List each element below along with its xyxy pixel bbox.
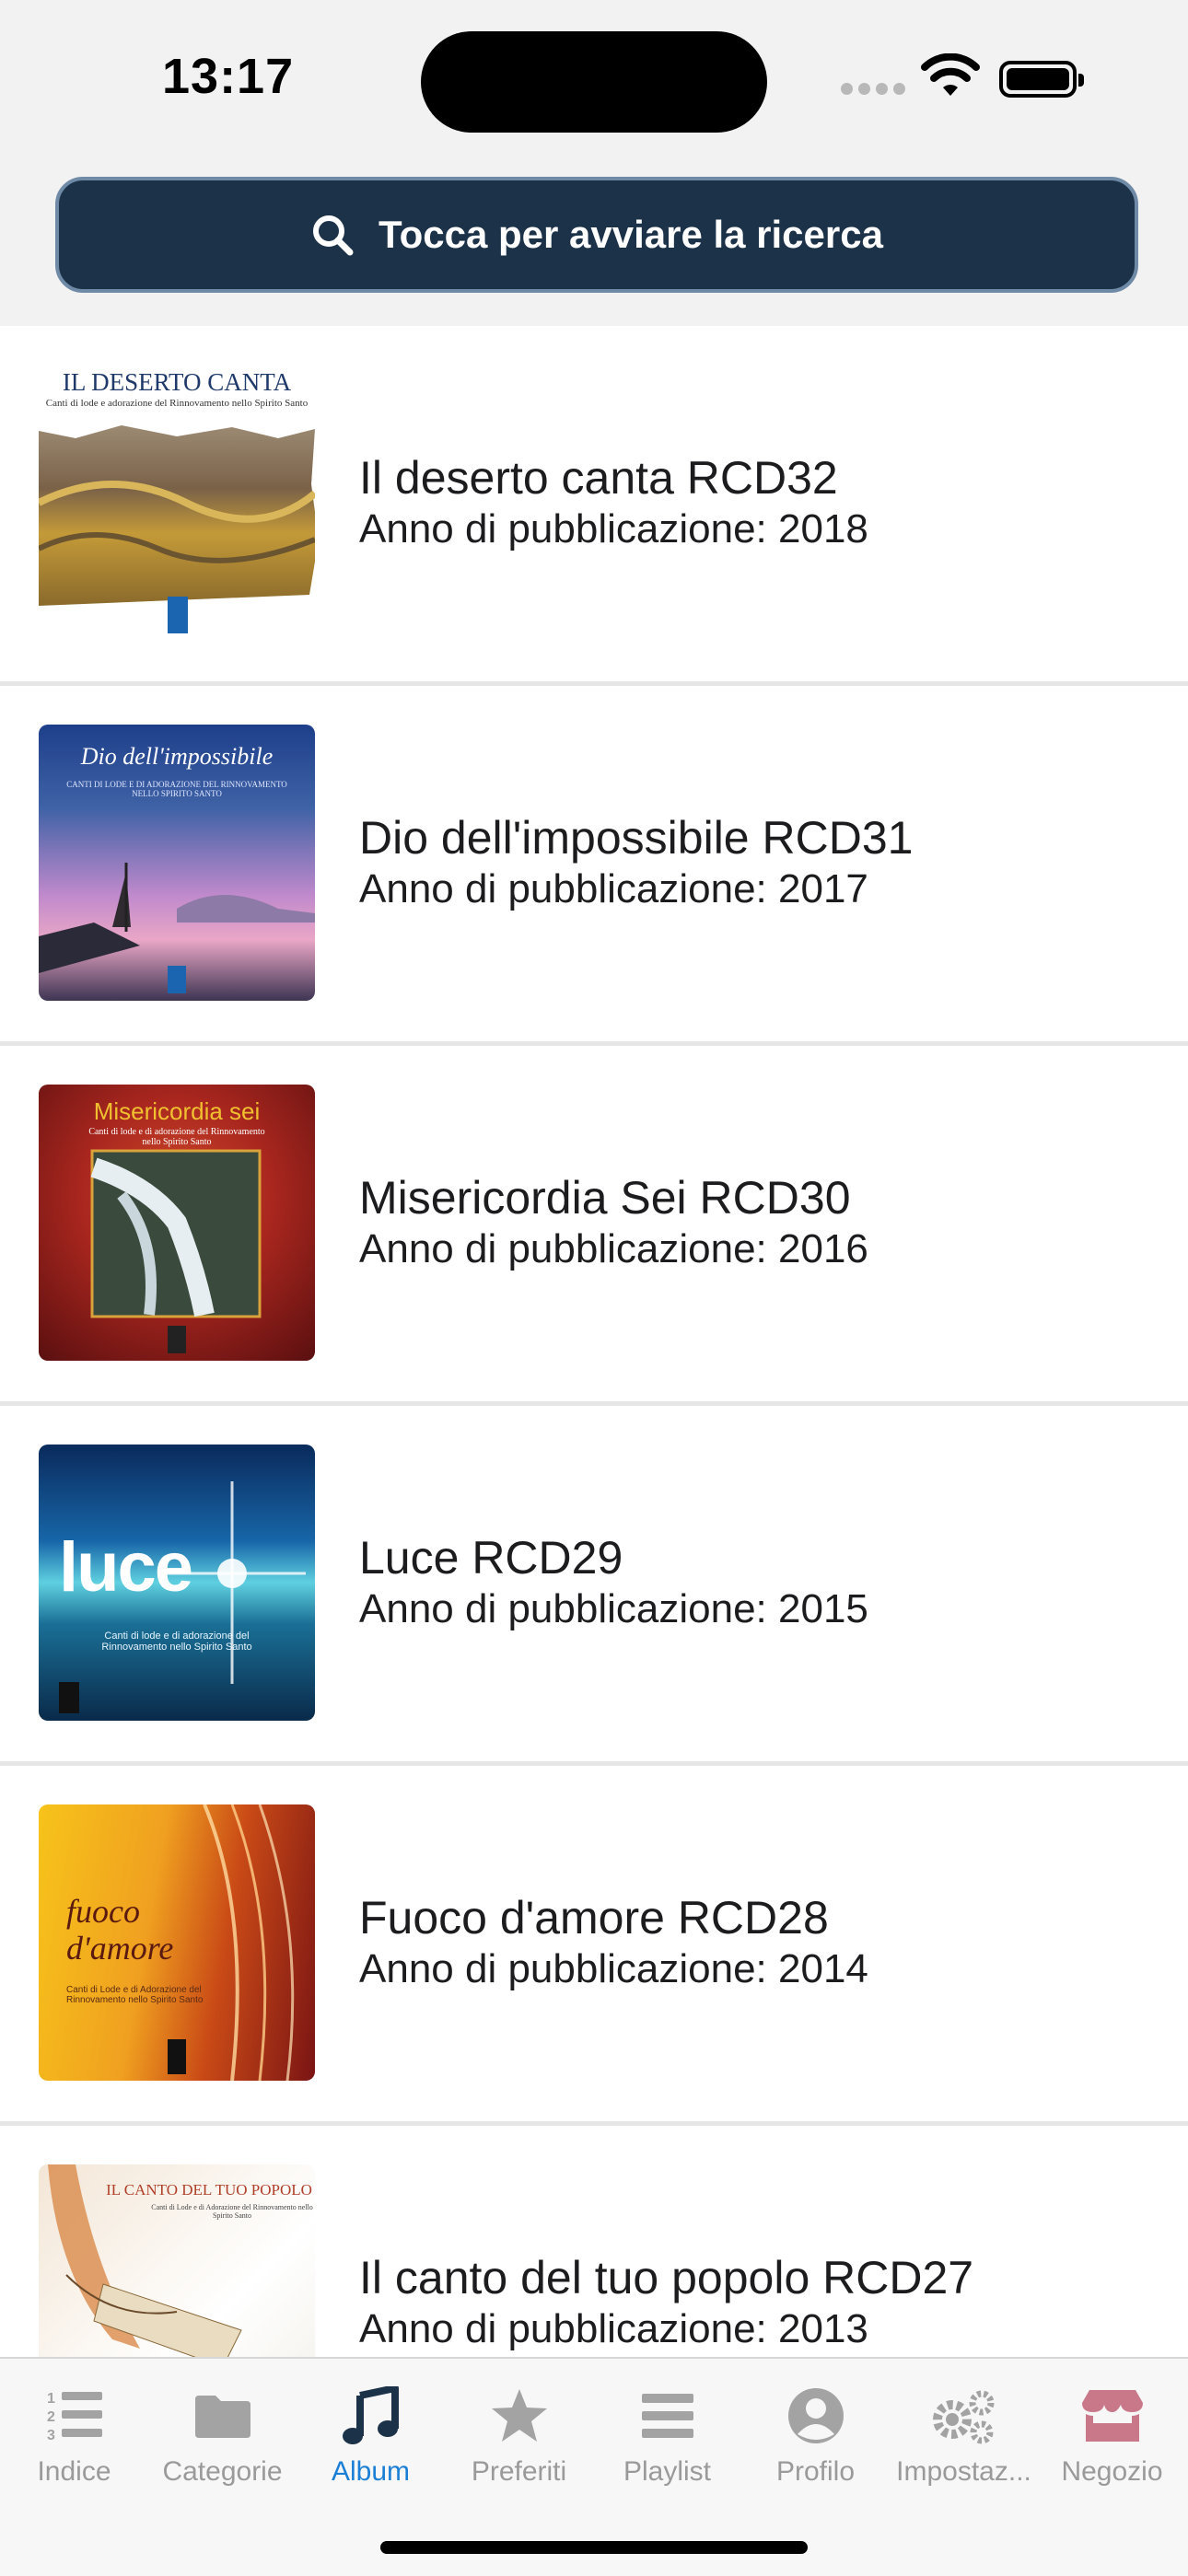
svg-text:1: 1	[47, 2391, 55, 2407]
tab-label: Indice	[37, 2456, 111, 2487]
wifi-icon	[921, 53, 980, 96]
tab-profilo[interactable]: Profilo	[741, 2377, 890, 2515]
tab-indice[interactable]: 1 2 3 Indice	[0, 2377, 148, 2515]
album-title: Il deserto canta RCD32	[359, 452, 838, 504]
album-cover-image: IL DESERTO CANTA Canti di lode e adorazi…	[39, 365, 315, 641]
battery-icon	[999, 61, 1084, 98]
album-row[interactable]: fuoco d'amore Canti di Lode e di Adorazi…	[0, 1766, 1188, 2126]
album-cover-image: luce Canti di lode e di adorazione del R…	[39, 1445, 315, 1721]
tab-label: Playlist	[623, 2456, 712, 2487]
album-cover-image: Dio dell'impossibile CANTI DI LODE E DI …	[39, 725, 315, 1001]
tab-album[interactable]: Album	[297, 2377, 445, 2515]
album-cover-image: Misericordia sei Canti di lode e di ador…	[39, 1085, 315, 1361]
tab-impostazioni[interactable]: Impostaz...	[890, 2377, 1038, 2515]
tab-label: Negozio	[1061, 2456, 1163, 2487]
album-title: Dio dell'impossibile RCD31	[359, 812, 914, 864]
album-cover-image: fuoco d'amore Canti di Lode e di Adorazi…	[39, 1804, 315, 2081]
playlist-icon	[641, 2394, 693, 2438]
search-area: Tocca per avviare la ricerca	[0, 166, 1188, 326]
svg-text:2: 2	[47, 2409, 55, 2425]
status-time: 13:17	[162, 49, 295, 104]
star-icon	[491, 2389, 547, 2442]
album-title: Fuoco d'amore RCD28	[359, 1892, 829, 1944]
cellular-signal-icon	[841, 83, 905, 95]
search-button[interactable]: Tocca per avviare la ricerca	[55, 177, 1138, 293]
status-bar: 13:17	[0, 0, 1188, 166]
tab-negozio[interactable]: Negozio	[1038, 2377, 1186, 2515]
album-row[interactable]: luce Canti di lode e di adorazione del R…	[0, 1406, 1188, 1766]
tab-label: Impostaz...	[896, 2456, 1031, 2487]
album-title: Misericordia Sei RCD30	[359, 1172, 851, 1224]
tab-label: Profilo	[775, 2456, 856, 2487]
search-placeholder: Tocca per avviare la ricerca	[379, 213, 883, 256]
album-title: Il canto del tuo popolo RCD27	[359, 2252, 974, 2303]
tab-label: Categorie	[162, 2456, 283, 2487]
album-row[interactable]: IL DESERTO CANTA Canti di lode e adorazi…	[0, 326, 1188, 686]
album-year: Anno di pubblicazione: 2017	[359, 866, 868, 911]
album-row[interactable]: Misericordia sei Canti di lode e di ador…	[0, 1046, 1188, 1406]
album-title: Luce RCD29	[359, 1532, 623, 1584]
store-icon	[1081, 2390, 1143, 2442]
search-icon	[313, 215, 354, 256]
album-year: Anno di pubblicazione: 2018	[359, 506, 868, 551]
album-row[interactable]: IL CANTO DEL TUO POPOLO Canti di Lode e …	[0, 2126, 1188, 2361]
album-year: Anno di pubblicazione: 2014	[359, 1946, 868, 1991]
album-row[interactable]: Dio dell'impossibile CANTI DI LODE E DI …	[0, 686, 1188, 1046]
tab-playlist[interactable]: Playlist	[593, 2377, 741, 2515]
album-list[interactable]: IL DESERTO CANTA Canti di lode e adorazi…	[0, 326, 1188, 2361]
svg-text:3: 3	[47, 2428, 55, 2443]
user-icon	[787, 2388, 844, 2443]
dynamic-island	[421, 31, 767, 133]
tab-categorie[interactable]: Categorie	[148, 2377, 297, 2515]
tab-label: Preferiti	[471, 2456, 567, 2487]
tab-preferiti[interactable]: Preferiti	[445, 2377, 593, 2515]
music-note-icon	[342, 2386, 399, 2444]
album-year: Anno di pubblicazione: 2015	[359, 1586, 868, 1631]
folder-icon	[194, 2396, 250, 2438]
album-year: Anno di pubblicazione: 2016	[359, 1226, 868, 1271]
tab-label: Album	[331, 2456, 411, 2487]
album-cover-image: IL CANTO DEL TUO POPOLO Canti di Lode e …	[39, 2164, 315, 2361]
album-year: Anno di pubblicazione: 2013	[359, 2306, 868, 2351]
numbered-list-icon: 1 2 3	[47, 2391, 102, 2443]
gears-icon	[932, 2390, 994, 2444]
home-indicator[interactable]	[380, 2541, 808, 2554]
